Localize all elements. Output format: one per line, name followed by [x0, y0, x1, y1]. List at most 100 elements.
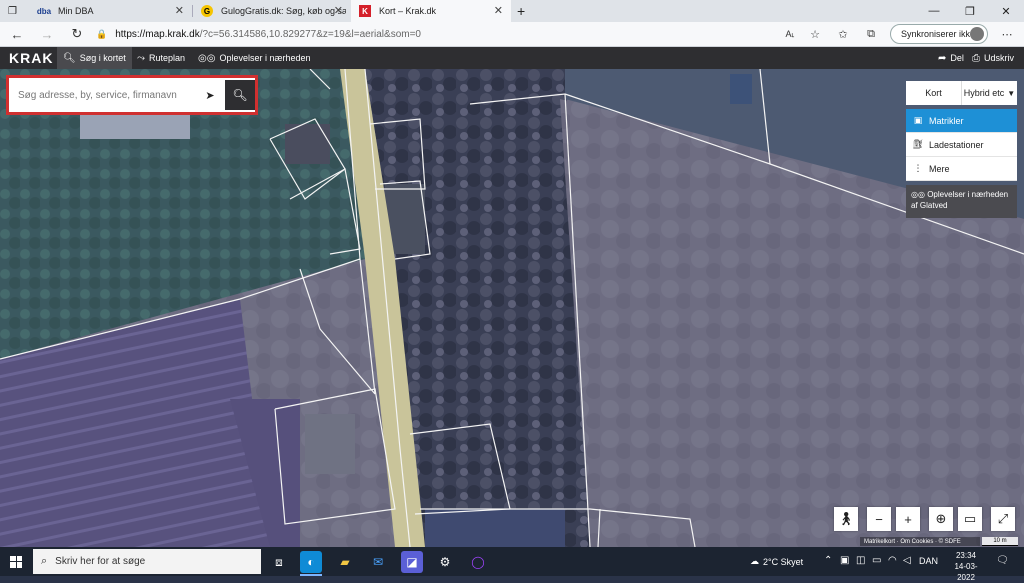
- share-icon: ➦: [938, 52, 947, 64]
- address-bar: ← → ↻ 🔒 https://map.krak.dk/?c=56.314586…: [0, 22, 1024, 47]
- guloggratis-favicon-icon: G: [201, 5, 213, 17]
- nav-search-map[interactable]: 🔍︎ Søg i kortet: [57, 47, 132, 69]
- taskbar-clock[interactable]: 23:34 14-03-2022: [948, 550, 984, 583]
- favorites-list-icon[interactable]: ✩: [834, 26, 852, 42]
- circle-app-icon[interactable]: ◯: [467, 551, 489, 573]
- zoom-in-button[interactable]: +: [896, 507, 920, 531]
- read-aloud-icon[interactable]: A˪: [781, 26, 799, 42]
- close-window-icon[interactable]: ✕: [988, 0, 1024, 22]
- search-icon: ⌕: [41, 555, 48, 567]
- binoculars-icon: ◎◎: [198, 52, 216, 64]
- nav-experiences[interactable]: ◎◎ Oplevelser i nærheden: [192, 47, 317, 69]
- start-button[interactable]: [0, 547, 32, 576]
- layer-ladestationer[interactable]: ⛽︎ Ladestationer: [906, 133, 1017, 157]
- taskbar-search-placeholder: Skriv her for at søge: [55, 556, 146, 567]
- house-roof: [305, 414, 355, 474]
- weather-widget[interactable]: ☁ 2°C Skyet: [750, 547, 803, 576]
- favorite-star-icon[interactable]: ☆: [806, 26, 824, 42]
- zoom-out-button[interactable]: −: [867, 507, 891, 531]
- tab-label: Min DBA: [58, 6, 94, 16]
- lock-icon: 🔒: [96, 28, 108, 39]
- minus-icon: −: [875, 511, 883, 527]
- collections-icon[interactable]: ⧉: [862, 26, 880, 42]
- url-domain: https://map.krak.dk: [115, 28, 200, 40]
- close-icon[interactable]: ✕: [175, 4, 184, 17]
- aerial-map[interactable]: [0, 69, 1024, 547]
- url-field[interactable]: 🔒 https://map.krak.dk/?c=56.314586,10.82…: [96, 24, 776, 44]
- share-button[interactable]: ➦ Del: [932, 47, 970, 69]
- close-icon[interactable]: ✕: [494, 4, 503, 17]
- nav-route-planner[interactable]: ⤳ Ruteplan: [131, 47, 191, 69]
- layer-label: Matrikler: [929, 115, 964, 126]
- map-type-hybrid[interactable]: Hybrid etc ▼: [961, 81, 1017, 105]
- layer-more[interactable]: ⋮ Mere: [906, 157, 1017, 181]
- krak-header: KRAK 🔍︎ Søg i kortet ⤳ Ruteplan ◎◎ Oplev…: [0, 47, 1024, 69]
- map-attribution[interactable]: Matrikelkort · Om Cookies · © SDFE: [860, 537, 980, 546]
- tab-min-dba[interactable]: dba Min DBA ✕: [30, 0, 192, 22]
- close-icon[interactable]: ✕: [334, 4, 343, 17]
- cloud-icon: ☁: [750, 556, 759, 566]
- forward-icon[interactable]: →: [38, 26, 56, 42]
- parcel-icon: ▣: [913, 115, 923, 125]
- taskbar-search[interactable]: ⌕ Skriv her for at søge: [33, 549, 261, 574]
- wifi-icon[interactable]: ◠: [888, 555, 897, 566]
- locate-me-button[interactable]: ➤: [197, 82, 223, 108]
- mail-icon[interactable]: ✉: [367, 551, 389, 573]
- street-view-button[interactable]: 🚶︎: [834, 507, 858, 531]
- print-icon: ⎙: [972, 52, 980, 64]
- search-button[interactable]: 🔍︎: [225, 80, 255, 110]
- print-label: Udskriv: [984, 53, 1015, 63]
- search-icon: 🔍︎: [232, 88, 248, 102]
- ruler-icon: ▭: [963, 511, 977, 526]
- file-explorer-icon[interactable]: ▰: [334, 551, 356, 573]
- chevron-up-icon[interactable]: ⌃: [824, 555, 832, 566]
- nav-label: Søg i kortet: [79, 53, 126, 63]
- notification-icon[interactable]: 🗨︎: [996, 555, 1009, 566]
- chevron-down-icon: ▼: [1007, 88, 1016, 98]
- language-indicator[interactable]: DAN: [919, 556, 938, 566]
- my-location-button[interactable]: ⊕: [929, 507, 953, 531]
- fullscreen-button[interactable]: ⤢: [991, 507, 1015, 531]
- battery-icon[interactable]: ▭: [872, 555, 881, 566]
- minimize-icon[interactable]: —: [916, 0, 952, 22]
- route-icon: ⤳: [137, 52, 145, 64]
- fullscreen-icon: ⤢: [997, 511, 1009, 526]
- restore-icon[interactable]: ❐: [952, 0, 988, 22]
- tab-label: Kort – Krak.dk: [379, 6, 437, 16]
- krak-logo[interactable]: KRAK: [9, 50, 53, 66]
- volume-icon[interactable]: ◁: [903, 555, 911, 566]
- search-input[interactable]: [12, 82, 195, 108]
- app-icon[interactable]: ◪: [401, 551, 423, 573]
- measure-button[interactable]: ▭: [958, 507, 982, 531]
- map-scale: 10 m: [982, 537, 1018, 546]
- refresh-icon[interactable]: ↻: [68, 26, 86, 42]
- new-tab-button[interactable]: +: [513, 0, 533, 22]
- crosshair-icon: ⊕: [935, 511, 947, 526]
- clock-date: 14-03-2022: [954, 562, 978, 582]
- edge-icon[interactable]: ◐: [300, 551, 322, 573]
- windows-icon: [10, 555, 22, 568]
- back-icon[interactable]: ←: [8, 26, 26, 42]
- task-view-icon[interactable]: ⧈: [268, 551, 290, 573]
- sync-button[interactable]: Synkroniserer ikke: [890, 24, 988, 44]
- tab-krak[interactable]: K Kort – Krak.dk ✕: [351, 0, 511, 22]
- more-menu-icon[interactable]: ⋯: [998, 26, 1016, 42]
- avatar: [970, 27, 984, 41]
- nav-label: Oplevelser i nærheden: [219, 53, 311, 63]
- car: [730, 74, 752, 104]
- tab-guloggratis[interactable]: G GulogGratis.dk: Søg, køb og sælg ✕: [193, 0, 351, 22]
- tab-actions-button[interactable]: ❐: [0, 0, 30, 22]
- search-icon: 🔍︎: [63, 52, 76, 64]
- url-path: /?c=56.314586,10.829277&z=19&l=aerial&so…: [199, 28, 421, 40]
- browser-tab-strip: ❐ dba Min DBA ✕ G GulogGratis.dk: Søg, k…: [0, 0, 1024, 22]
- layer-matrikler[interactable]: ▣ Matrikler: [906, 109, 1017, 133]
- krak-favicon-icon: K: [359, 5, 371, 17]
- binoculars-icon: ◎◎: [911, 190, 928, 199]
- meet-now-icon[interactable]: ▣: [840, 555, 849, 566]
- print-button[interactable]: ⎙ Udskriv: [966, 47, 1020, 69]
- experiences-nearby-box[interactable]: ◎◎ Oplevelser i nærheden af Glatved: [906, 185, 1017, 218]
- camera-icon[interactable]: ◫: [856, 555, 865, 566]
- map-type-kort[interactable]: Kort: [906, 81, 961, 105]
- steam-icon[interactable]: ⚙: [434, 551, 456, 573]
- clock-time: 23:34: [955, 551, 977, 560]
